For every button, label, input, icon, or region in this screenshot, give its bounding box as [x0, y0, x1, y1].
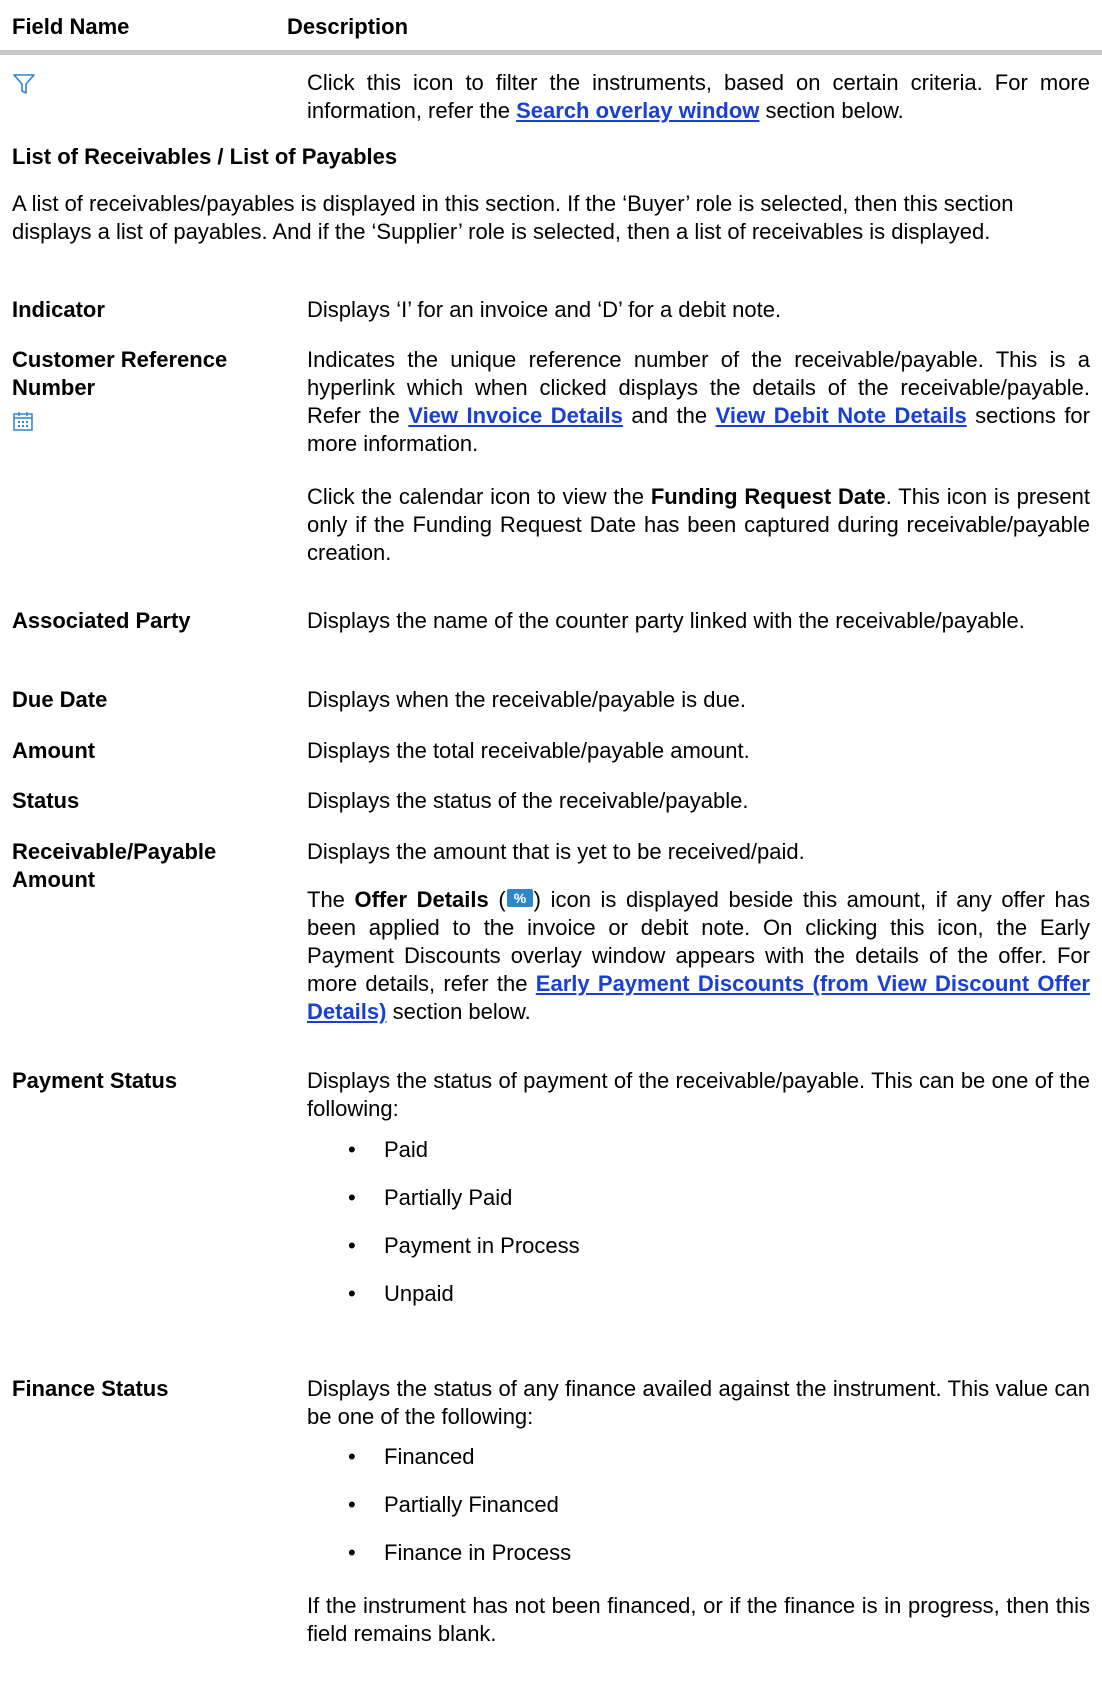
field-desc-status: Displays the status of the receivable/pa… [307, 788, 749, 813]
field-desc-due-date: Displays when the receivable/payable is … [307, 687, 747, 712]
list-item-text: Unpaid [384, 1281, 454, 1306]
customer-ref-mid: and the [622, 403, 716, 428]
field-desc-offer-details: The Offer Details (%) icon is displayed … [307, 886, 1090, 1026]
field-label-associated-party: Associated Party [12, 608, 191, 633]
document-page: Field Name Description Click this icon t… [0, 0, 1102, 1684]
field-desc-funding-request: Click the calendar icon to view the Fund… [307, 483, 1090, 567]
list-item-text: Paid [384, 1137, 429, 1162]
field-desc-receivable-amount: Displays the amount that is yet to be re… [307, 839, 805, 864]
svg-text:%: % [513, 890, 526, 906]
calendar-icon[interactable] [12, 410, 34, 432]
field-desc-indicator: Displays ‘I’ for an invoice and ‘D’ for … [307, 297, 782, 322]
list-item: • Payment in Process [348, 1233, 580, 1258]
funding-request-date-term: Funding Request Date [650, 484, 886, 509]
description-header: Description [287, 14, 409, 39]
offer-text-pre: The [307, 887, 355, 912]
offer-paren-open: ( [488, 887, 506, 912]
search-overlay-link[interactable]: Search overlay window [516, 98, 759, 123]
field-desc-finance-status: Displays the status of any finance avail… [307, 1376, 1090, 1429]
section-intro: A list of receivables/payables is displa… [12, 191, 1014, 244]
field-name-header: Field Name [12, 14, 130, 39]
view-debit-note-details-link[interactable]: View Debit Note Details [716, 403, 967, 428]
list-item: • Unpaid [348, 1281, 454, 1306]
list-item: • Partially Paid [348, 1185, 513, 1210]
view-invoice-details-link[interactable]: View Invoice Details [408, 403, 623, 428]
field-label-status: Status [12, 788, 80, 813]
filter-desc-end: section below. [759, 98, 904, 123]
list-item-text: Finance in Process [384, 1540, 572, 1565]
list-item-text: Partially Paid [384, 1185, 513, 1210]
list-item-text: Partially Financed [384, 1492, 559, 1517]
field-label-finance-status: Finance Status [12, 1376, 169, 1401]
field-label-amount: Amount [12, 738, 96, 763]
finance-status-list: • Financed • Partially Financed • Finance i… [348, 1443, 572, 1567]
field-desc-associated-party: Displays the name of the counter party l… [307, 608, 1025, 633]
offer-details-icon[interactable]: % [506, 888, 534, 908]
table-header: Field Name Description [0, 0, 1102, 55]
field-label-due-date: Due Date [12, 687, 108, 712]
list-item: • Finance in Process [348, 1540, 572, 1565]
field-desc-amount: Displays the total receivable/payable am… [307, 738, 750, 763]
offer-paren-close: ) [533, 887, 541, 912]
field-label-customer-reference: Customer Reference Number [12, 347, 228, 400]
list-item: • Financed [348, 1444, 475, 1469]
list-item: • Partially Financed [348, 1492, 559, 1517]
offer-text-end: section below. [386, 999, 531, 1024]
payment-status-list: • Paid • Partially Paid • Payment in Proces… [348, 1136, 580, 1308]
list-item-text: Payment in Process [384, 1233, 580, 1258]
funding-text: Click the calendar icon to view the [307, 484, 651, 509]
offer-details-term: Offer Details [354, 887, 489, 912]
field-label-receivable-payable-amount: Receivable/Payable Amount [12, 839, 217, 892]
field-desc-customer-reference: Indicates the unique reference number of… [307, 346, 1090, 458]
field-desc-finance-note: If the instrument has not been financed,… [307, 1593, 1090, 1646]
filter-description: Click this icon to filter the instrument… [307, 69, 1090, 125]
field-label-payment-status: Payment Status [12, 1068, 178, 1093]
list-item: • Paid [348, 1137, 429, 1162]
section-heading: List of Receivables / List of Payables [12, 144, 398, 169]
list-item-text: Financed [384, 1444, 475, 1469]
field-desc-payment-status: Displays the status of payment of the re… [307, 1068, 1090, 1121]
filter-icon[interactable] [12, 72, 36, 96]
field-label-indicator: Indicator [12, 297, 105, 322]
